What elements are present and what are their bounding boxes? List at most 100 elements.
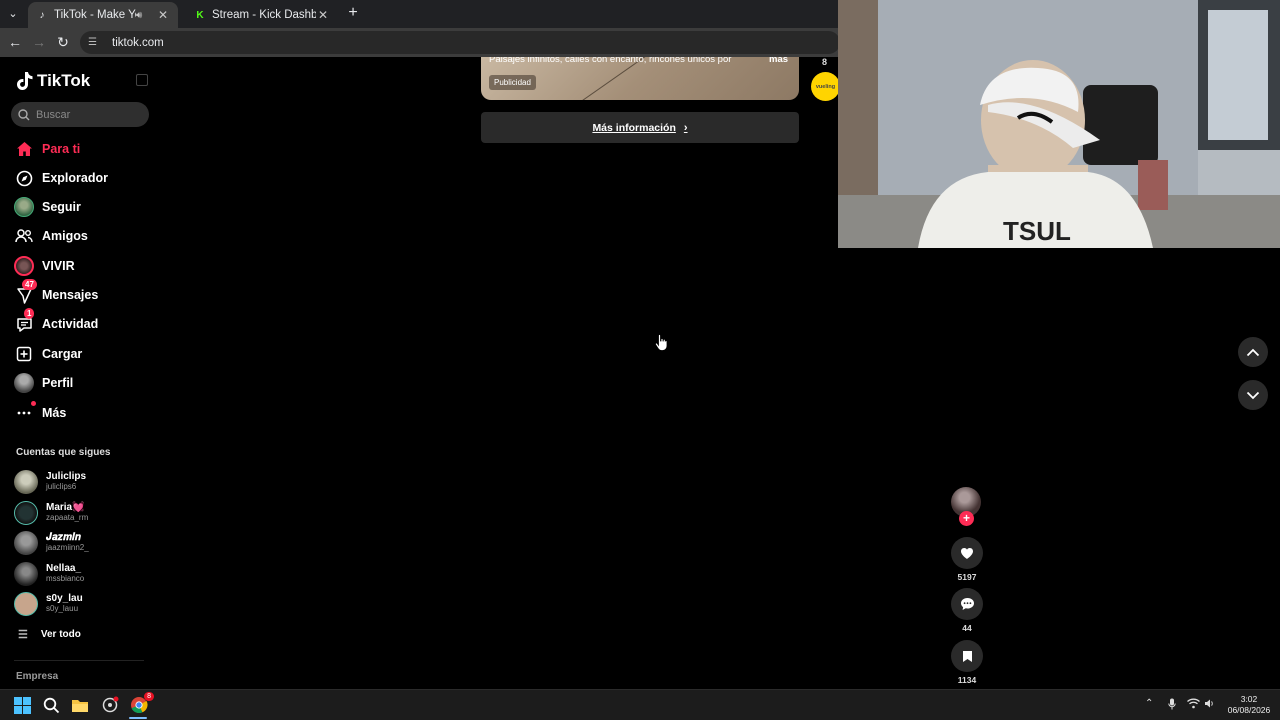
upload-icon <box>14 344 34 364</box>
previous-video-button[interactable] <box>1238 337 1268 367</box>
following-account[interactable]: 𝑱𝒂𝒛𝒎𝒊𝒏 jaazmiinn2_ <box>14 529 154 557</box>
following-section-title: Cuentas que sigues <box>16 447 111 458</box>
follow-plus-icon[interactable]: + <box>959 511 974 526</box>
divider <box>14 660 144 661</box>
tiktok-logo-icon <box>17 72 33 90</box>
profile-icon <box>14 373 34 393</box>
compass-icon <box>14 168 34 188</box>
nav-explorador[interactable]: Explorador <box>14 166 154 190</box>
notification-dot <box>31 401 36 406</box>
following-account[interactable]: Nellaa_ mssbianco <box>14 560 154 588</box>
webcam-overlay: TSUL <box>838 0 1280 248</box>
active-app-indicator <box>129 717 147 719</box>
nav-label: Seguir <box>42 200 81 214</box>
save-button[interactable] <box>951 640 983 672</box>
avatar <box>14 470 38 494</box>
forward-button[interactable]: → <box>30 33 48 51</box>
nav-label: Más <box>42 406 67 420</box>
following-account[interactable]: Maria💓 zapaata_rm <box>14 499 154 527</box>
ad-description: Paisajes infinitos, calles con encanto, … <box>489 57 732 65</box>
search-input[interactable]: Buscar <box>11 102 149 127</box>
activity-badge: 1 <box>24 308 35 319</box>
nav-seguir[interactable]: Seguir <box>14 195 154 219</box>
activity-icon: 1 <box>14 308 35 334</box>
tab-title: TikTok - Make Your Day <box>54 9 136 21</box>
nav-label: Amigos <box>42 229 88 243</box>
comment-button[interactable] <box>951 588 983 620</box>
nav-label: VIVIR <box>42 259 75 273</box>
speaker-icon[interactable]: 🔊︎ <box>136 10 150 21</box>
screen: ⌄ ♪ TikTok - Make Your Day 🔊︎ ✕ K Stream… <box>0 0 1280 720</box>
following-account[interactable]: Juliclips juliclips6 <box>14 468 154 496</box>
start-button[interactable] <box>12 695 32 715</box>
file-explorer-button[interactable] <box>70 695 90 715</box>
live-icon <box>14 256 34 276</box>
tab-title: Stream - Kick Dashboard <box>212 9 316 21</box>
tab-search-chevron-icon[interactable]: ⌄ <box>4 5 22 23</box>
microphone-icon[interactable] <box>1168 698 1176 713</box>
kick-favicon-icon: K <box>196 9 204 21</box>
close-tab-icon[interactable]: ✕ <box>316 8 330 22</box>
volume-icon[interactable] <box>1204 698 1215 712</box>
search-taskbar-button[interactable] <box>41 695 61 715</box>
chevron-up-icon <box>1246 348 1260 356</box>
tiktok-logo[interactable]: TikTok <box>16 71 90 91</box>
nav-mas[interactable]: Más <box>14 401 154 425</box>
see-all-button[interactable]: ☰ Ver todo <box>18 628 81 641</box>
wifi-icon[interactable] <box>1187 698 1200 712</box>
tab-kick[interactable]: K Stream - Kick Dashboard ✕ <box>186 2 338 28</box>
following-account[interactable]: s0y_lau s0y_lauu <box>14 590 154 618</box>
messages-icon: 47 <box>14 279 37 305</box>
comment-count: 44 <box>962 623 972 633</box>
avatar <box>14 501 38 525</box>
site-info-icon[interactable]: ☰ <box>88 37 102 48</box>
system-clock[interactable]: 3:02 06/08/2026 <box>1224 694 1274 716</box>
advertiser-name: vueling <box>815 83 836 90</box>
like-count: 5197 <box>957 572 977 582</box>
nav-para-ti[interactable]: Para ti <box>14 137 154 161</box>
advertiser-avatar[interactable]: vueling <box>811 72 840 101</box>
nav-mensajes[interactable]: 47 Mensajes <box>14 279 154 307</box>
next-video-button[interactable] <box>1238 380 1268 410</box>
reload-button[interactable]: ↻ <box>54 33 72 51</box>
tab-tiktok[interactable]: ♪ TikTok - Make Your Day 🔊︎ ✕ <box>28 2 178 28</box>
close-tab-icon[interactable]: ✕ <box>156 8 170 22</box>
address-bar[interactable]: ☰ tiktok.com <box>80 31 840 54</box>
avatar <box>14 562 38 586</box>
nav-cargar[interactable]: Cargar <box>14 342 154 366</box>
bookmark-icon <box>962 650 972 662</box>
company-link[interactable]: Empresa <box>16 671 58 682</box>
nav-amigos[interactable]: Amigos <box>14 224 154 248</box>
nav-vivir[interactable]: VIVIR <box>14 254 154 278</box>
app-taskbar-button[interactable] <box>100 695 120 715</box>
like-button[interactable] <box>951 537 983 569</box>
clock-time: 3:02 <box>1240 694 1258 704</box>
new-tab-button[interactable]: + <box>344 4 362 22</box>
settings-app-icon <box>102 696 119 713</box>
back-button[interactable]: ← <box>6 33 24 51</box>
more-info-label: Más información <box>592 121 676 134</box>
nav-actividad[interactable]: 1 Actividad <box>14 308 154 336</box>
account-name: Nellaa_ <box>46 563 82 574</box>
more-info-button[interactable]: Más información › <box>481 112 799 143</box>
chrome-taskbar-button[interactable]: 8 <box>129 692 154 715</box>
account-handle: juliclips6 <box>46 482 77 491</box>
ad-more-link[interactable]: más <box>769 57 788 65</box>
account-handle: mssbianco <box>46 574 85 583</box>
hand-cursor-icon <box>655 334 668 356</box>
nav-label: Explorador <box>42 171 108 185</box>
show-hidden-icons-button[interactable]: ⌃ <box>1145 698 1153 709</box>
windows-logo-icon <box>13 696 31 714</box>
nav-label: Para ti <box>42 142 81 156</box>
url-text: tiktok.com <box>112 36 164 49</box>
ad-video-card[interactable]: Paisajes infinitos, calles con encanto, … <box>481 57 799 100</box>
account-name: Maria💓 <box>46 502 85 513</box>
save-action: 1134 <box>950 640 984 685</box>
save-count: 1134 <box>957 675 977 685</box>
nav-label: Perfil <box>42 376 74 390</box>
collapse-sidebar-icon[interactable] <box>136 74 148 86</box>
home-icon <box>14 139 34 159</box>
svg-text:TSUL: TSUL <box>1003 216 1071 246</box>
nav-perfil[interactable]: Perfil <box>14 371 154 395</box>
chevron-down-icon <box>1246 391 1260 399</box>
